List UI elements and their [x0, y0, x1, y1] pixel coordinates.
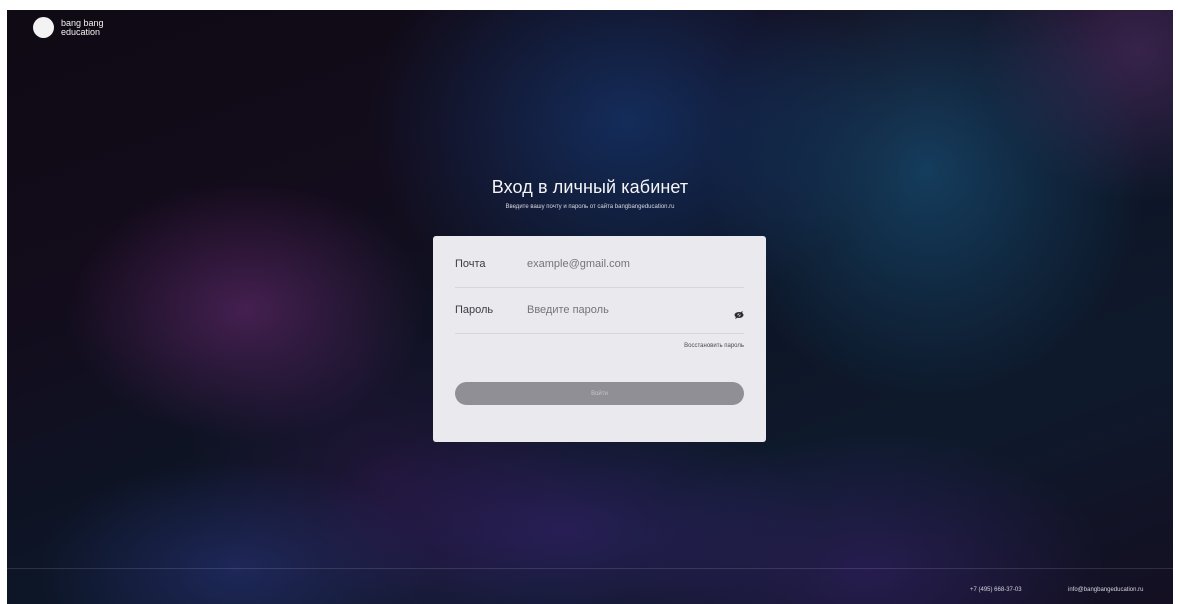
- logo-line-2: education: [61, 26, 101, 37]
- email-row: Почта: [455, 243, 744, 288]
- logo-circle: [33, 17, 54, 38]
- password-field[interactable]: [527, 304, 717, 316]
- email-label: Почта: [455, 258, 486, 270]
- restore-password-link[interactable]: Восстановить пароль: [684, 343, 744, 349]
- footer-phone-link[interactable]: +7 (495) 668-37-03: [970, 587, 1022, 593]
- logo-text: bang bang education: [61, 18, 104, 37]
- page-title: Вход в личный кабинет: [491, 177, 689, 197]
- footer-divider: [7, 568, 1173, 569]
- password-label: Пароль: [455, 304, 494, 316]
- footer-email-link[interactable]: info@bangbangeducation.ru: [1068, 587, 1143, 593]
- logo[interactable]: bang bang education: [33, 17, 104, 38]
- page-background: bang bang education Вход в личный кабине…: [7, 10, 1173, 604]
- page-subtitle: Введите вашу почту и пароль от сайта ban…: [505, 204, 675, 210]
- login-button[interactable]: Войти: [455, 382, 744, 405]
- login-form: Почта Пароль Восстановить пароль Войти: [433, 236, 766, 442]
- password-row: Пароль: [455, 289, 744, 334]
- eye-icon[interactable]: [734, 306, 744, 319]
- email-field[interactable]: [527, 258, 717, 270]
